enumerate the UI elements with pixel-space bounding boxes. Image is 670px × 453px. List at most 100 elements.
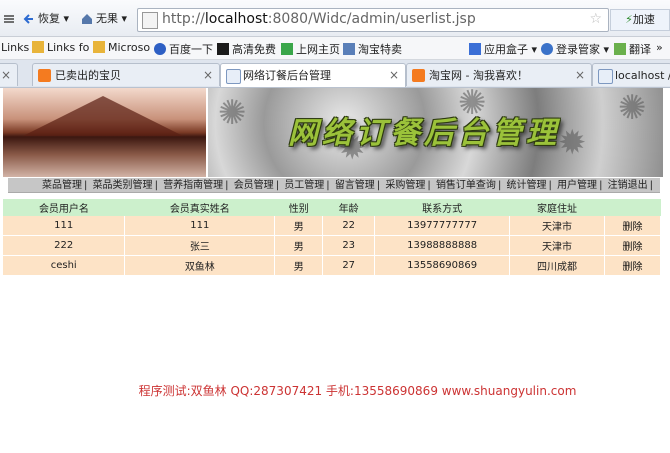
cell-age: 23 <box>322 235 376 256</box>
home-icon <box>80 12 94 26</box>
lightning-icon: ⚡ <box>625 13 633 26</box>
browser-toolbar: 恢复 ▾ 无果 ▾ http://localhost:8080/Widc/adm… <box>0 0 670 37</box>
table-row: 111 111 男 22 13977777777 天津市 删除 <box>3 216 662 236</box>
tab-bar: × 已卖出的宝贝 × 网络订餐后台管理 × 淘宝网 - 淘我喜欢！ × localho… <box>0 60 670 88</box>
menu-user-management[interactable]: 用户管理 <box>557 180 597 191</box>
favorite-item[interactable]: 翻译 <box>614 41 651 57</box>
favorite-item[interactable]: 应用盒子 ▾ <box>469 41 537 57</box>
menu-nutrition-guide[interactable]: 营养指南管理 <box>163 180 223 191</box>
speed-label: 加速 <box>632 13 655 26</box>
close-icon[interactable]: × <box>389 64 399 87</box>
home-dropdown[interactable]: 无果 ▾ <box>80 9 127 29</box>
cell-address: 四川成都 <box>509 255 605 276</box>
m-icon <box>217 43 229 55</box>
cell-age: 22 <box>322 216 376 236</box>
tab-localhost[interactable]: localhost / <box>592 63 670 86</box>
banner-artwork: ✺ ✹ ✺ ✹ ✺ 网络订餐后台管理 <box>208 88 663 177</box>
column-header: 性别 <box>274 199 323 216</box>
close-icon[interactable]: × <box>575 64 585 86</box>
menu-member-management[interactable]: 会员管理 <box>234 180 274 191</box>
paw-icon <box>154 43 166 55</box>
delete-link[interactable]: 删除 <box>604 235 662 256</box>
url-text: http://localhost:8080/Widc/admin/userlis… <box>162 11 476 27</box>
menu-message-management[interactable]: 留言管理 <box>335 180 375 191</box>
cell-address: 天津市 <box>509 235 605 256</box>
cell-gender: 男 <box>274 216 324 236</box>
cell-address: 天津市 <box>509 216 605 236</box>
column-header: 家庭住址 <box>509 199 605 216</box>
folder-icon <box>32 41 44 53</box>
star-icon[interactable]: ☆ <box>589 11 602 27</box>
column-header <box>604 199 661 216</box>
cell-realname: 111 <box>124 216 276 236</box>
cell-phone: 13988888888 <box>374 235 511 256</box>
table-row: 222 张三 男 23 13988888888 天津市 删除 <box>3 235 662 256</box>
favorite-item[interactable]: Microso <box>93 41 150 54</box>
cell-username: 222 <box>3 235 126 256</box>
column-header: 会员真实姓名 <box>124 199 275 216</box>
cell-username: 111 <box>3 216 126 236</box>
favorite-item[interactable]: Links <box>1 41 29 54</box>
app-box-icon <box>469 43 481 55</box>
cell-gender: 男 <box>274 235 324 256</box>
address-bar[interactable]: http://localhost:8080/Widc/admin/userlis… <box>137 8 609 32</box>
banner-title: 网络订餐后台管理 <box>288 116 560 151</box>
menu-staff-management[interactable]: 员工管理 <box>284 180 324 191</box>
cell-username: ceshi <box>3 255 126 276</box>
cell-gender: 男 <box>274 255 324 276</box>
favorite-item[interactable]: 登录管家 ▾ <box>541 41 609 57</box>
menu-purchase-management[interactable]: 采购管理 <box>385 180 425 191</box>
more-icon[interactable]: » <box>656 41 663 54</box>
favorites-bar: Links Links fo Microso 百度一下 高清免费 上网主页 淘宝… <box>0 37 670 60</box>
taobao-icon <box>412 69 425 82</box>
speed-button[interactable]: ⚡加速 <box>610 9 670 31</box>
back-icon <box>22 12 36 26</box>
page-icon <box>343 43 355 55</box>
tab-sold-items[interactable]: 已卖出的宝贝 × <box>32 63 220 86</box>
home-dropdown-label: 无果 <box>96 12 118 25</box>
menu-dish-management[interactable]: 菜品管理 <box>42 180 82 191</box>
favorite-item[interactable]: 高清免费 <box>217 41 276 57</box>
back-label: 恢复 <box>38 12 60 25</box>
tab-order-admin[interactable]: 网络订餐后台管理 × <box>220 63 406 87</box>
menu-sales-order-query[interactable]: 销售订单查询 <box>436 180 496 191</box>
user-icon <box>541 43 553 55</box>
favorite-item[interactable]: 百度一下 <box>154 41 213 57</box>
cell-age: 27 <box>322 255 376 276</box>
page-icon <box>142 12 158 29</box>
page-icon <box>598 69 613 84</box>
menu-dish-category[interactable]: 菜品类别管理 <box>93 180 153 191</box>
favorite-item[interactable]: 上网主页 <box>281 41 340 57</box>
admin-menu: 菜品管理 | 菜品类别管理 | 营养指南管理 | 会员管理 | 员工管理 | 留言管理 | … <box>8 178 660 193</box>
delete-link[interactable]: 删除 <box>604 216 662 236</box>
tab-scroll-left[interactable]: × <box>0 63 18 86</box>
close-icon[interactable]: × <box>203 64 213 86</box>
menu-statistics[interactable]: 统计管理 <box>507 180 547 191</box>
taobao-icon <box>38 69 51 82</box>
footer-credits: 程序测试:双鱼林 QQ:287307421 手机:13558690869 www… <box>138 384 577 398</box>
close-icon[interactable]: × <box>1 64 11 86</box>
folder-icon <box>93 41 105 53</box>
page-icon <box>226 69 241 84</box>
cell-phone: 13558690869 <box>374 255 511 276</box>
column-header: 联系方式 <box>374 199 510 216</box>
cell-realname: 张三 <box>124 235 276 256</box>
menu-logout[interactable]: 注销退出 <box>608 180 648 191</box>
cell-realname: 双鱼林 <box>124 255 276 276</box>
favorite-item[interactable]: Links fo <box>32 41 89 54</box>
table-header-row: 会员用户名 会员真实姓名 性别 年龄 联系方式 家庭住址 <box>3 199 661 216</box>
member-table: 会员用户名 会员真实姓名 性别 年龄 联系方式 家庭住址 111 111 男 2… <box>3 199 662 276</box>
table-row: ceshi 双鱼林 男 27 13558690869 四川成都 删除 <box>3 255 662 276</box>
menu-icon[interactable] <box>2 9 18 29</box>
site-banner: ✺ ✹ ✺ ✹ ✺ 网络订餐后台管理 <box>3 88 663 177</box>
banner-image <box>3 88 206 177</box>
home-icon <box>281 43 293 55</box>
back-button[interactable]: 恢复 ▾ <box>22 9 69 29</box>
translate-icon <box>614 43 626 55</box>
tab-taobao[interactable]: 淘宝网 - 淘我喜欢！ × <box>406 63 592 86</box>
column-header: 年龄 <box>322 199 375 216</box>
column-header: 会员用户名 <box>3 199 125 216</box>
favorite-item[interactable]: 淘宝特卖 <box>343 41 402 57</box>
cell-phone: 13977777777 <box>374 216 511 236</box>
delete-link[interactable]: 删除 <box>604 255 662 276</box>
